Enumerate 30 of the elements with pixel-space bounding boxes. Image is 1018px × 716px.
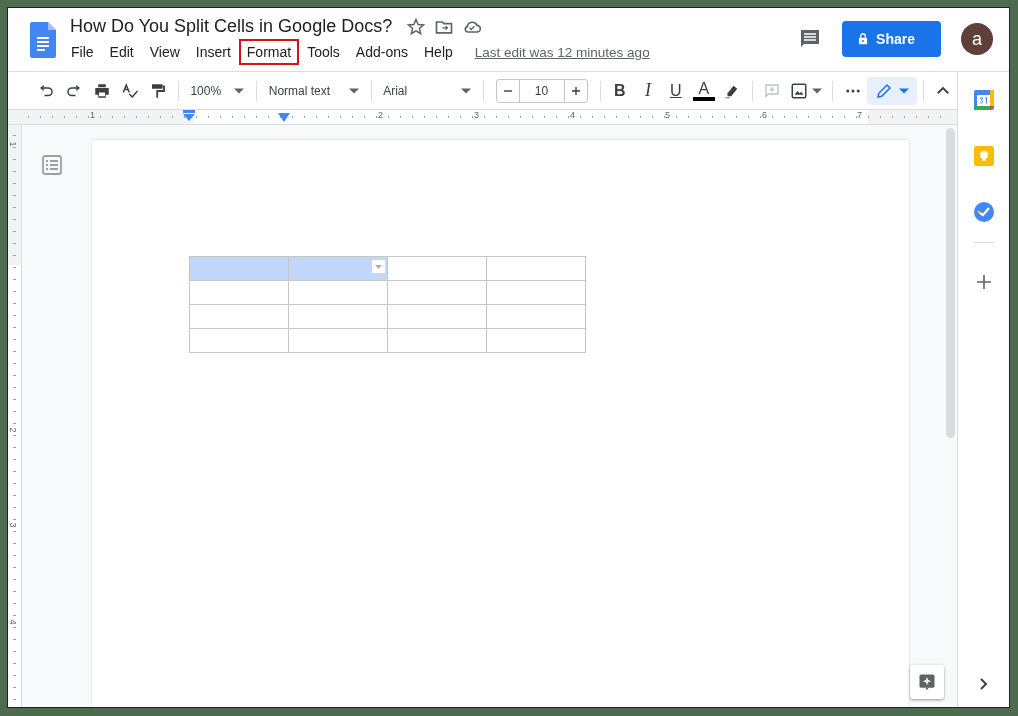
bold-button[interactable]: B xyxy=(605,76,634,105)
zoom-dropdown[interactable]: 100% xyxy=(184,76,251,105)
font-dropdown[interactable]: Arial xyxy=(377,76,478,105)
ruler-number: 7 xyxy=(857,110,862,120)
menu-item[interactable]: File xyxy=(63,39,102,65)
underline-button[interactable]: U xyxy=(661,76,690,105)
italic-button[interactable]: I xyxy=(633,76,662,105)
ruler-number: 2 xyxy=(378,110,383,120)
last-edit-link[interactable]: Last edit was 12 minutes ago xyxy=(474,44,650,60)
style-dropdown[interactable]: Normal text xyxy=(262,76,365,105)
account-avatar[interactable]: a xyxy=(961,23,993,55)
ruler-number: 3 xyxy=(8,522,18,528)
ruler-number: 2 xyxy=(8,427,18,433)
menu-item[interactable]: View xyxy=(141,39,188,65)
ruler-number: 1 xyxy=(90,110,95,120)
menu-item[interactable]: Tools xyxy=(299,39,348,65)
document-title[interactable]: How Do You Split Cells in Google Docs? xyxy=(70,16,393,37)
text-color-button[interactable]: A xyxy=(689,76,718,105)
share-button[interactable]: Share xyxy=(842,21,941,57)
menu-item[interactable]: Insert xyxy=(187,39,239,65)
menu-item[interactable]: Help xyxy=(416,39,461,65)
ruler-number: 6 xyxy=(762,110,767,120)
ruler-number: 3 xyxy=(474,110,479,120)
ruler-number: 4 xyxy=(8,619,18,625)
ruler-number: 4 xyxy=(570,110,575,120)
ruler-number: 1 xyxy=(8,141,18,147)
menu-item[interactable]: Add-ons xyxy=(347,39,416,65)
menu-item[interactable]: Format xyxy=(238,39,300,65)
menu-item[interactable]: Edit xyxy=(101,39,142,65)
ruler-number: 5 xyxy=(665,110,670,120)
